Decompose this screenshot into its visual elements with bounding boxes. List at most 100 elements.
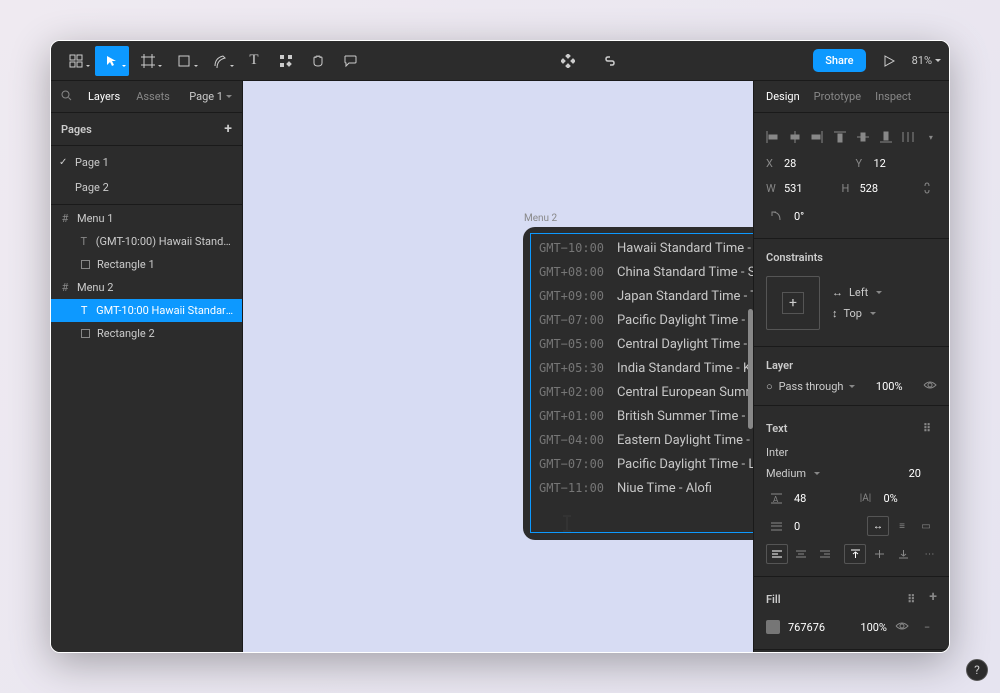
- timezone-row: GMT+09:00Japan Standard Time - Tokyo: [539, 289, 753, 304]
- canvas-scrollbar[interactable]: [748, 309, 753, 429]
- prototype-tab[interactable]: Prototype: [814, 90, 861, 103]
- add-page-button[interactable]: +: [224, 121, 232, 137]
- constraint-h-dropdown[interactable]: ↔Left: [832, 286, 882, 299]
- line-height-field[interactable]: 48: [794, 492, 848, 505]
- timezone-name: Pacific Daylight Time - Los Angeles: [617, 457, 753, 472]
- layer-row-text[interactable]: TGMT-10:00 Hawaii Standard ...: [51, 299, 242, 322]
- shape-tool-button[interactable]: [167, 46, 201, 76]
- x-field[interactable]: X28: [766, 157, 848, 170]
- font-weight-dropdown[interactable]: Medium: [766, 467, 901, 480]
- letter-spacing-field[interactable]: 0%: [884, 492, 938, 505]
- constraint-v-dropdown[interactable]: ↕Top: [832, 307, 882, 320]
- align-left-icon[interactable]: [762, 127, 782, 147]
- y-field[interactable]: Y12: [856, 157, 938, 170]
- layer-row-frame[interactable]: #Menu 1: [51, 207, 242, 230]
- timezone-offset: GMT+05:30: [539, 361, 609, 375]
- timezone-offset: GMT+08:00: [539, 265, 609, 279]
- text-icon: T: [78, 236, 90, 248]
- frame-menu-2[interactable]: GMT−10:00 Hawaii Standard Time - Honolulu…: [523, 227, 753, 540]
- hand-tool-button[interactable]: [303, 46, 333, 76]
- w-field[interactable]: W531: [766, 178, 834, 198]
- timezone-name: Central European Summer Time - Brussels: [617, 385, 753, 400]
- font-size-field[interactable]: 20: [909, 467, 921, 480]
- align-right-icon[interactable]: [807, 127, 827, 147]
- text-style-icon[interactable]: ⠿: [917, 418, 937, 438]
- align-bottom-icon[interactable]: [876, 127, 896, 147]
- page-item[interactable]: Page 2: [51, 175, 242, 200]
- opacity-field[interactable]: 100%: [876, 380, 903, 393]
- present-button[interactable]: [874, 46, 904, 76]
- pages-list: Page 1 Page 2: [51, 146, 242, 204]
- align-hcenter-icon[interactable]: [785, 127, 805, 147]
- layer-row-rect[interactable]: Rectangle 2: [51, 322, 242, 345]
- constraint-widget[interactable]: +: [766, 276, 820, 330]
- share-button[interactable]: Share: [813, 49, 865, 72]
- component-icon[interactable]: [553, 46, 583, 76]
- timezone-row: GMT+05:30India Standard Time - Kolkata: [539, 361, 753, 376]
- layer-row-frame[interactable]: #Menu 2: [51, 276, 242, 299]
- layer-row-rect[interactable]: Rectangle 1: [51, 253, 242, 276]
- letter-spacing-icon: |A|: [856, 488, 876, 508]
- add-fill-button[interactable]: +: [929, 589, 937, 609]
- font-family-dropdown[interactable]: Inter: [766, 446, 788, 459]
- fill-color-chip[interactable]: [766, 620, 780, 634]
- inspect-tab[interactable]: Inspect: [875, 90, 911, 103]
- frame-tool-button[interactable]: [131, 46, 165, 76]
- text-align-left-icon[interactable]: [766, 544, 788, 564]
- text-tool-button[interactable]: T: [239, 46, 269, 76]
- design-tab[interactable]: Design: [766, 90, 800, 103]
- app-window: T Share 81% Layers Assets Page 1 Pages: [50, 40, 950, 653]
- text-icon: T: [78, 305, 90, 317]
- pages-header: Pages: [61, 123, 92, 136]
- fill-style-icon[interactable]: ⠿: [901, 589, 921, 609]
- assets-tab[interactable]: Assets: [136, 90, 170, 103]
- frame-label[interactable]: Menu 2: [524, 213, 557, 224]
- main-menu-button[interactable]: [59, 46, 93, 76]
- page-dropdown[interactable]: Page 1: [189, 90, 232, 103]
- fixed-size-icon[interactable]: ▭: [915, 516, 937, 536]
- timezone-name: Eastern Daylight Time - New York: [617, 433, 753, 448]
- rotation-field[interactable]: 0°: [794, 210, 804, 223]
- timezone-offset: GMT−10:00: [539, 241, 609, 255]
- text-align-bottom-icon[interactable]: [892, 544, 914, 564]
- pen-tool-button[interactable]: [203, 46, 237, 76]
- timezone-row: GMT−05:00Central Daylight Time - Chicago: [539, 337, 753, 352]
- resources-button[interactable]: [271, 46, 301, 76]
- align-vcenter-icon[interactable]: [853, 127, 873, 147]
- visibility-toggle[interactable]: [923, 380, 937, 393]
- blend-mode-dropdown[interactable]: ○Pass through: [766, 380, 855, 393]
- layer-tree: #Menu 1 T(GMT-10:00) Hawaii Standard... …: [51, 204, 242, 347]
- remove-fill-button[interactable]: −: [917, 617, 937, 637]
- move-tool-button[interactable]: [95, 46, 129, 76]
- timezone-row: GMT+02:00Central European Summer Time - …: [539, 385, 753, 400]
- auto-width-icon[interactable]: ↔: [867, 516, 889, 536]
- distribute-icon[interactable]: [898, 127, 918, 147]
- page-item[interactable]: Page 1: [51, 150, 242, 175]
- text-align-center-icon[interactable]: [790, 544, 812, 564]
- fill-hex-field[interactable]: 767676: [788, 621, 825, 634]
- timezone-row: GMT−04:00Eastern Daylight Time - New Yor…: [539, 433, 753, 448]
- zoom-dropdown[interactable]: 81%: [912, 54, 941, 67]
- layer-row-text[interactable]: T(GMT-10:00) Hawaii Standard...: [51, 230, 242, 253]
- auto-height-icon[interactable]: ≡: [891, 516, 913, 536]
- timezone-offset: GMT−05:00: [539, 337, 609, 351]
- timezone-name: Hawaii Standard Time - Honolulu: [617, 241, 753, 256]
- canvas[interactable]: Menu 2 GMT−10:00 Hawaii Standard Time - H…: [243, 81, 753, 652]
- constrain-proportions-icon[interactable]: [917, 178, 937, 198]
- align-top-icon[interactable]: [830, 127, 850, 147]
- text-more-icon[interactable]: ⋯: [922, 544, 937, 564]
- fill-visibility-toggle[interactable]: [895, 621, 909, 634]
- search-icon[interactable]: [61, 90, 72, 104]
- left-panel: Layers Assets Page 1 Pages + Page 1 Page…: [51, 81, 243, 652]
- more-align-icon[interactable]: ▾: [921, 127, 941, 147]
- link-icon[interactable]: [595, 46, 625, 76]
- text-align-right-icon[interactable]: [814, 544, 836, 564]
- fill-opacity-field[interactable]: 100%: [860, 621, 887, 634]
- text-align-middle-icon[interactable]: [868, 544, 890, 564]
- timezone-name: Pacific Daylight Time - San Francisco: [617, 313, 753, 328]
- h-field[interactable]: H528: [842, 178, 910, 198]
- comment-tool-button[interactable]: [335, 46, 365, 76]
- paragraph-spacing-field[interactable]: 0: [794, 520, 859, 533]
- text-align-top-icon[interactable]: [844, 544, 866, 564]
- layers-tab[interactable]: Layers: [88, 90, 120, 103]
